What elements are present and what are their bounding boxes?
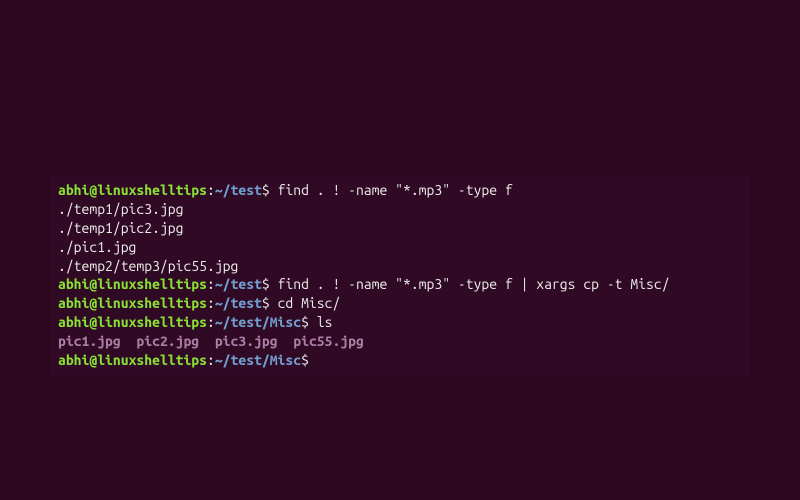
prompt-colon: : (207, 276, 215, 292)
prompt-line-3: abhi@linuxshelltips:~/test$ cd Misc/ (58, 294, 742, 313)
prompt-user: abhi (58, 276, 89, 292)
prompt-path: ~/test/Misc (215, 352, 301, 368)
prompt-host: linuxshelltips (97, 276, 207, 292)
output-line-2: ./temp1/pic2.jpg (58, 219, 742, 238)
ls-file-1: pic1.jpg (58, 333, 121, 349)
prompt-dollar: $ (262, 182, 278, 198)
prompt-dollar: $ (262, 295, 278, 311)
prompt-path: ~/test (215, 182, 262, 198)
prompt-dollar: $ (301, 314, 317, 330)
separator (278, 333, 294, 349)
prompt-host: linuxshelltips (97, 182, 207, 198)
prompt-user: abhi (58, 352, 89, 368)
command-ls: ls (317, 314, 333, 330)
prompt-user: abhi (58, 295, 89, 311)
prompt-colon: : (207, 314, 215, 330)
prompt-colon: : (207, 295, 215, 311)
ls-file-4: pic55.jpg (293, 333, 364, 349)
prompt-colon: : (207, 352, 215, 368)
prompt-line-4: abhi@linuxshelltips:~/test/Misc$ ls (58, 313, 742, 332)
output-line-1: ./temp1/pic3.jpg (58, 200, 742, 219)
prompt-line-5: abhi@linuxshelltips:~/test/Misc$ (58, 351, 742, 370)
command-find-2: find . ! -name "*.mp3" -type f | xargs c… (278, 276, 670, 292)
prompt-dollar: $ (301, 352, 317, 368)
prompt-host: linuxshelltips (97, 295, 207, 311)
output-line-4: ./temp2/temp3/pic55.jpg (58, 257, 742, 276)
command-find-1: find . ! -name "*.mp3" -type f (278, 182, 513, 198)
prompt-user: abhi (58, 182, 89, 198)
prompt-dollar: $ (262, 276, 278, 292)
output-line-3: ./pic1.jpg (58, 238, 742, 257)
prompt-line-1: abhi@linuxshelltips:~/test$ find . ! -na… (58, 181, 742, 200)
prompt-path: ~/test/Misc (215, 314, 301, 330)
command-cd: cd Misc/ (278, 295, 341, 311)
ls-file-3: pic3.jpg (215, 333, 278, 349)
separator (199, 333, 215, 349)
prompt-path: ~/test (215, 295, 262, 311)
ls-file-2: pic2.jpg (136, 333, 199, 349)
prompt-host: linuxshelltips (97, 352, 207, 368)
prompt-line-2: abhi@linuxshelltips:~/test$ find . ! -na… (58, 275, 742, 294)
separator (121, 333, 137, 349)
prompt-host: linuxshelltips (97, 314, 207, 330)
prompt-path: ~/test (215, 276, 262, 292)
ls-output-line: pic1.jpg pic2.jpg pic3.jpg pic55.jpg (58, 332, 742, 351)
terminal-window[interactable]: abhi@linuxshelltips:~/test$ find . ! -na… (50, 175, 750, 376)
prompt-user: abhi (58, 314, 89, 330)
prompt-colon: : (207, 182, 215, 198)
